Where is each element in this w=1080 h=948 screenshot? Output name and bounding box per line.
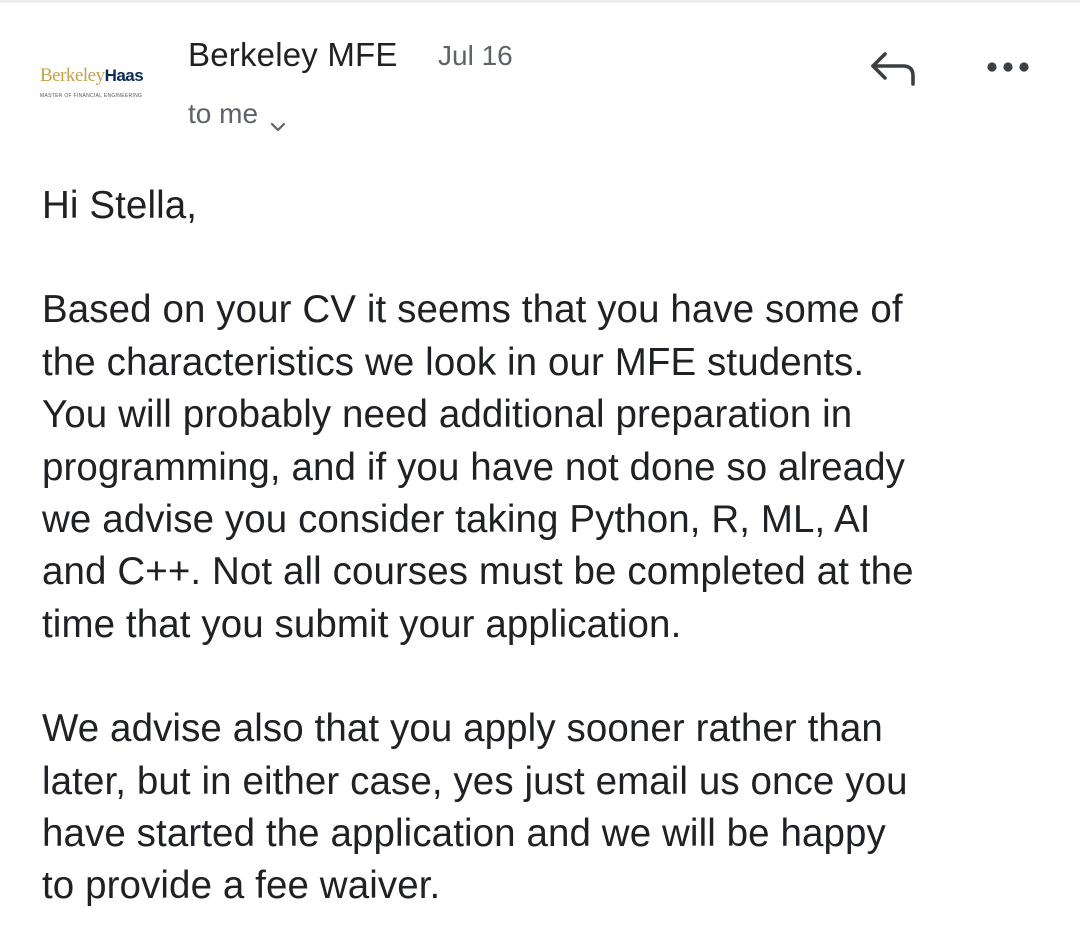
reply-arrow-icon xyxy=(867,48,917,93)
logo-haas-text: Haas xyxy=(104,66,144,85)
recipient-details-toggle[interactable]: to me xyxy=(188,98,286,132)
logo-berkeley-text: Berkeley xyxy=(40,65,105,86)
email-paragraph: Based on your CV it seems that you have … xyxy=(42,288,914,646)
more-horizontal-icon xyxy=(986,60,1030,78)
email-greeting: Hi Stella, xyxy=(42,184,198,227)
email-date: Jul 16 xyxy=(438,40,513,71)
logo-subtitle: MASTER OF FINANCIAL ENGINEERING xyxy=(40,93,143,99)
more-options-button[interactable] xyxy=(978,52,1038,86)
email-body: Hi Stella, Based on your CV it seems tha… xyxy=(42,180,1052,913)
email-paragraph: We advise also that you apply sooner rat… xyxy=(42,707,908,908)
recipient-label: to me xyxy=(188,98,259,129)
sender-name[interactable]: Berkeley MFE xyxy=(188,36,398,74)
email-header: BerkeleyHaas MASTER OF FINANCIAL ENGINEE… xyxy=(0,0,1080,150)
sender-avatar-logo[interactable]: BerkeleyHaas MASTER OF FINANCIAL ENGINEE… xyxy=(40,66,150,106)
reply-button[interactable] xyxy=(862,46,922,94)
logo-wordmark: BerkeleyHaas xyxy=(40,66,150,85)
chevron-down-icon xyxy=(270,108,286,132)
